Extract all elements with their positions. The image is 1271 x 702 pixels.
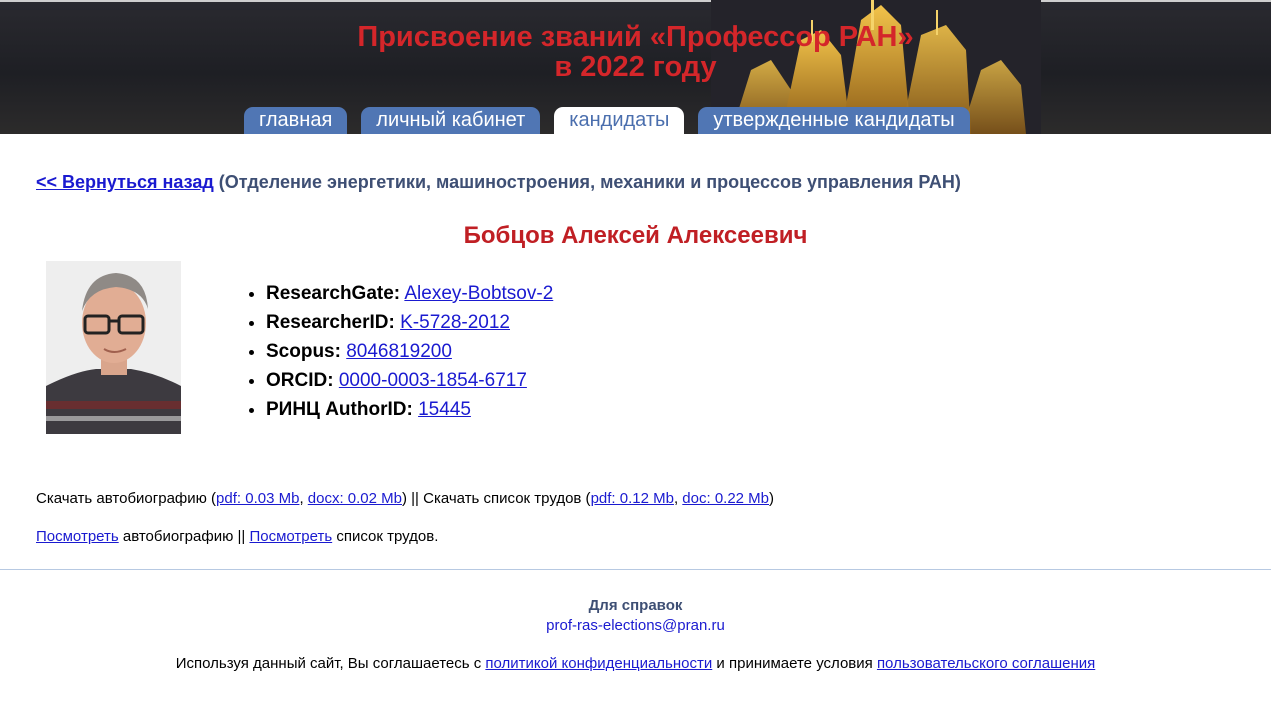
- header-top-line: [0, 0, 1271, 2]
- id-label: РИНЦ AuthorID:: [266, 399, 413, 420]
- candidate-id-list: ResearchGate: Alexey-Bobtsov-2 Researche…: [246, 279, 553, 424]
- footer-contact-title: Для справок: [588, 597, 683, 614]
- candidate-content: << Вернуться назад (Отделение энергетики…: [0, 134, 1271, 570]
- candidate-photo: [46, 261, 181, 434]
- site-footer: Для справок prof-ras-elections@pran.ru И…: [0, 570, 1271, 702]
- view-works-text: список трудов.: [332, 528, 439, 545]
- id-label: ResearchGate:: [266, 283, 401, 304]
- user-agreement-link[interactable]: пользовательского соглашения: [877, 655, 1095, 672]
- researcherid-link[interactable]: K-5728-2012: [400, 312, 510, 333]
- id-label: ResearcherID:: [266, 312, 395, 333]
- download-works-pdf-link[interactable]: pdf: 0.12 Mb: [591, 490, 674, 507]
- id-item-scopus: Scopus: 8046819200: [266, 337, 553, 366]
- tab-approved-candidates[interactable]: утвержденные кандидаты: [698, 107, 970, 134]
- view-works-link[interactable]: Посмотреть: [249, 528, 332, 545]
- site-title-line1: Присвоение званий «Профессор РАН»: [357, 21, 914, 53]
- policy-middle-text: и принимаете условия: [712, 655, 877, 672]
- privacy-policy-link[interactable]: политикой конфиденциальности: [485, 655, 712, 672]
- orcid-link[interactable]: 0000-0003-1854-6717: [339, 370, 527, 391]
- site-header: Присвоение званий «Профессор РАН» в 2022…: [0, 0, 1271, 134]
- download-row: Скачать автобиографию (pdf: 0.03 Mb, doc…: [36, 490, 774, 507]
- comma-separator: ,: [299, 490, 308, 507]
- id-item-orcid: ORCID: 0000-0003-1854-6717: [266, 366, 553, 395]
- download-bio-pdf-link[interactable]: pdf: 0.03 Mb: [216, 490, 299, 507]
- id-label: Scopus:: [266, 341, 341, 362]
- breadcrumb: << Вернуться назад (Отделение энергетики…: [36, 172, 961, 193]
- candidate-name: Бобцов Алексей Алексеевич: [463, 222, 808, 249]
- footer-contact-email[interactable]: prof-ras-elections@pran.ru: [0, 617, 1271, 634]
- download-bio-docx-link[interactable]: docx: 0.02 Mb: [308, 490, 402, 507]
- download-works-text: ) || Скачать список трудов (: [402, 490, 591, 507]
- site-title: Присвоение званий «Профессор РАН» в 2022…: [0, 22, 1271, 82]
- main-nav-tabs: главная личный кабинет кандидаты утвержд…: [244, 107, 970, 134]
- back-link[interactable]: << Вернуться назад: [36, 172, 214, 192]
- footer-policy-text: Используя данный сайт, Вы соглашаетесь с…: [0, 655, 1271, 672]
- download-close-paren: ): [769, 490, 775, 507]
- tab-candidates[interactable]: кандидаты: [554, 107, 685, 134]
- tab-personal-cabinet[interactable]: личный кабинет: [361, 107, 541, 134]
- view-bio-text: автобиографию ||: [118, 528, 250, 545]
- id-item-rinc: РИНЦ AuthorID: 15445: [266, 395, 553, 424]
- tab-home[interactable]: главная: [244, 107, 348, 134]
- id-item-researchgate: ResearchGate: Alexey-Bobtsov-2: [266, 279, 553, 308]
- site-title-line2: в 2022 году: [554, 51, 717, 83]
- researchgate-link[interactable]: Alexey-Bobtsov-2: [404, 283, 553, 304]
- download-bio-text: Скачать автобиографию (: [36, 490, 217, 507]
- department-name: (Отделение энергетики, машиностроения, м…: [218, 172, 961, 192]
- id-label: ORCID:: [266, 370, 334, 391]
- policy-prefix-text: Используя данный сайт, Вы соглашаетесь с: [175, 655, 486, 672]
- rinc-link[interactable]: 15445: [418, 399, 471, 420]
- view-bio-link[interactable]: Посмотреть: [36, 528, 119, 545]
- view-row: Посмотреть автобиографию || Посмотреть с…: [36, 528, 438, 545]
- scopus-link[interactable]: 8046819200: [346, 341, 452, 362]
- download-works-doc-link[interactable]: doc: 0.22 Mb: [682, 490, 769, 507]
- id-item-researcherid: ResearcherID: K-5728-2012: [266, 308, 553, 337]
